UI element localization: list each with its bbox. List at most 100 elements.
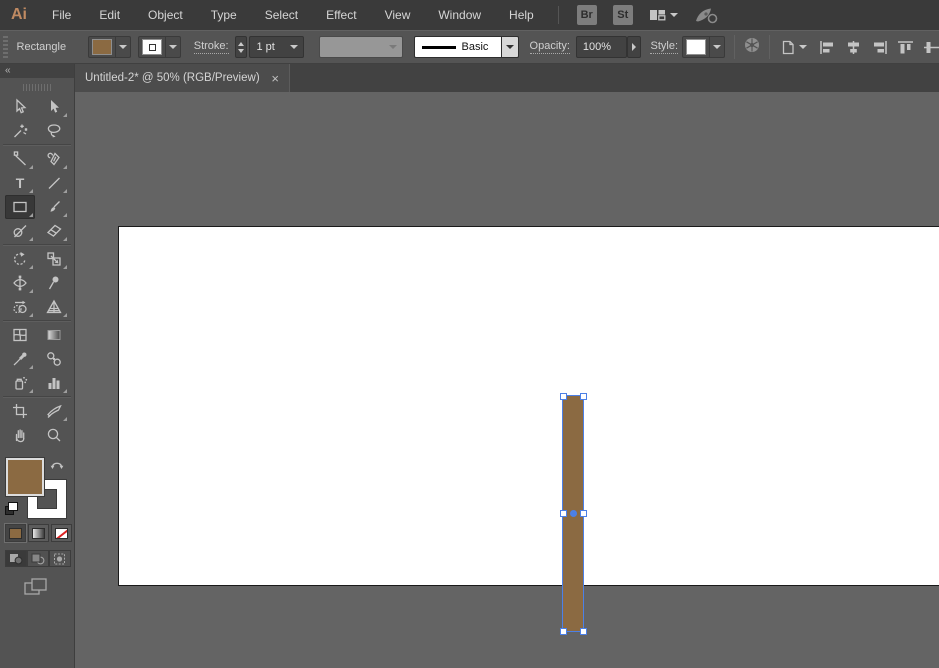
recolor-artwork-button[interactable] bbox=[743, 36, 761, 59]
change-screen-mode-button[interactable] bbox=[24, 578, 48, 601]
rotate-icon bbox=[11, 250, 29, 268]
menu-object[interactable]: Object bbox=[134, 0, 197, 30]
selection-handle[interactable] bbox=[580, 628, 587, 635]
stroke-width-field[interactable]: 1 pt bbox=[249, 36, 304, 58]
draw-normal-button[interactable] bbox=[5, 550, 27, 567]
rotate-tool[interactable] bbox=[5, 247, 35, 271]
selection-handle[interactable] bbox=[560, 510, 567, 517]
line-segment-tool[interactable] bbox=[39, 171, 69, 195]
tab-close-icon[interactable]: × bbox=[271, 72, 279, 85]
stroke-width-stepper[interactable] bbox=[235, 36, 248, 58]
selection-handle[interactable] bbox=[560, 628, 567, 635]
swap-fill-stroke-icon[interactable] bbox=[49, 458, 65, 472]
brush-definition-chevron[interactable] bbox=[502, 36, 519, 58]
gradient-button[interactable] bbox=[28, 524, 49, 542]
style-panel-link[interactable]: Style: bbox=[650, 40, 678, 54]
zoom-tool[interactable] bbox=[39, 423, 69, 447]
scale-tool[interactable] bbox=[39, 247, 69, 271]
control-bar: Rectangle Stroke: 1 pt Basic bbox=[0, 30, 939, 64]
stepper-up-icon[interactable] bbox=[238, 42, 244, 46]
draw-inside-button[interactable] bbox=[49, 550, 71, 567]
menu-effect[interactable]: Effect bbox=[312, 0, 370, 30]
menu-file[interactable]: File bbox=[38, 0, 85, 30]
stroke-color-dropdown[interactable] bbox=[138, 36, 181, 58]
opacity-field[interactable]: 100% bbox=[576, 36, 627, 58]
shaper-tool[interactable] bbox=[5, 219, 35, 243]
flyout-indicator bbox=[63, 189, 67, 193]
opacity-panel-link[interactable]: Opacity: bbox=[530, 40, 570, 54]
width-tool[interactable] bbox=[5, 271, 35, 295]
document-setup-button[interactable] bbox=[780, 39, 807, 56]
hand-tool[interactable] bbox=[5, 423, 35, 447]
blend-tool[interactable] bbox=[39, 347, 69, 371]
flyout-indicator bbox=[63, 213, 67, 217]
menu-window[interactable]: Window bbox=[424, 0, 495, 30]
variable-width-profile-dropdown-disabled bbox=[319, 36, 403, 58]
mesh-tool[interactable] bbox=[5, 323, 35, 347]
selection-handle[interactable] bbox=[580, 510, 587, 517]
rectangle-tool[interactable] bbox=[5, 195, 35, 219]
align-horizontal-center-icon[interactable] bbox=[846, 41, 861, 54]
lasso-tool[interactable] bbox=[39, 119, 69, 143]
align-top-icon[interactable] bbox=[898, 41, 913, 54]
stock-button[interactable]: St bbox=[613, 5, 633, 25]
controlbar-grip[interactable] bbox=[3, 36, 8, 58]
symbol-sprayer-tool[interactable] bbox=[5, 371, 35, 395]
selection-center-point[interactable] bbox=[570, 510, 577, 517]
column-graph-tool[interactable] bbox=[39, 371, 69, 395]
align-vertical-center-icon[interactable] bbox=[924, 41, 939, 54]
workspace-switcher-button[interactable] bbox=[649, 8, 678, 22]
selection-handle[interactable] bbox=[580, 393, 587, 400]
stepper-down-icon[interactable] bbox=[238, 49, 244, 53]
perspective-grid-tool[interactable] bbox=[39, 295, 69, 319]
fill-color-dropdown[interactable] bbox=[88, 36, 131, 58]
graphic-style-chevron[interactable] bbox=[709, 36, 724, 58]
pen-tool[interactable] bbox=[5, 147, 35, 171]
stroke-width-chevron[interactable] bbox=[290, 45, 298, 49]
puppet-warp-tool[interactable] bbox=[39, 271, 69, 295]
gpu-performance-button[interactable] bbox=[694, 6, 718, 24]
menu-help[interactable]: Help bbox=[495, 0, 548, 30]
gradient-tool[interactable] bbox=[39, 323, 69, 347]
artboard-icon bbox=[11, 402, 29, 420]
stroke-panel-link[interactable]: Stroke: bbox=[194, 40, 229, 54]
stroke-chevron[interactable] bbox=[165, 36, 180, 58]
brush-definition-dropdown[interactable]: Basic bbox=[414, 36, 519, 58]
flyout-indicator bbox=[63, 165, 67, 169]
direct-selection-tool[interactable] bbox=[39, 95, 69, 119]
fill-swatch[interactable] bbox=[6, 458, 44, 496]
artboard-tool[interactable] bbox=[5, 399, 35, 423]
menu-edit[interactable]: Edit bbox=[85, 0, 134, 30]
paintbrush-tool[interactable] bbox=[39, 195, 69, 219]
document-tab[interactable]: Untitled-2* @ 50% (RGB/Preview) × bbox=[75, 64, 290, 92]
bridge-button[interactable]: Br bbox=[577, 5, 597, 25]
align-left-icon[interactable] bbox=[820, 41, 835, 54]
default-fill-stroke-icon[interactable] bbox=[5, 502, 21, 516]
eraser-tool[interactable] bbox=[39, 219, 69, 243]
curvature-tool[interactable] bbox=[39, 147, 69, 171]
flyout-indicator bbox=[29, 213, 33, 217]
canvas-area[interactable] bbox=[75, 92, 939, 668]
menu-view[interactable]: View bbox=[371, 0, 425, 30]
shape-builder-tool[interactable] bbox=[5, 295, 35, 319]
magic-wand-tool[interactable] bbox=[5, 119, 35, 143]
graphic-style-swatch[interactable] bbox=[686, 39, 706, 55]
type-tool[interactable]: T bbox=[5, 171, 35, 195]
align-right-icon[interactable] bbox=[872, 41, 887, 54]
opacity-slider-button[interactable] bbox=[627, 36, 642, 58]
color-button[interactable] bbox=[5, 524, 26, 542]
tools-panel-header[interactable]: « bbox=[0, 64, 74, 78]
slice-tool[interactable] bbox=[39, 399, 69, 423]
menu-type[interactable]: Type bbox=[197, 0, 251, 30]
eyedropper-tool[interactable] bbox=[5, 347, 35, 371]
draw-behind-button[interactable] bbox=[27, 550, 49, 567]
selection-tool[interactable] bbox=[5, 95, 35, 119]
fill-color-swatch[interactable] bbox=[92, 39, 112, 55]
selection-handle[interactable] bbox=[560, 393, 567, 400]
menu-select[interactable]: Select bbox=[251, 0, 312, 30]
graphic-style-dropdown[interactable] bbox=[682, 36, 725, 58]
fill-chevron[interactable] bbox=[115, 36, 130, 58]
tools-panel-grip[interactable] bbox=[23, 84, 51, 91]
stroke-color-swatch[interactable] bbox=[142, 39, 162, 55]
none-button[interactable] bbox=[51, 524, 72, 542]
